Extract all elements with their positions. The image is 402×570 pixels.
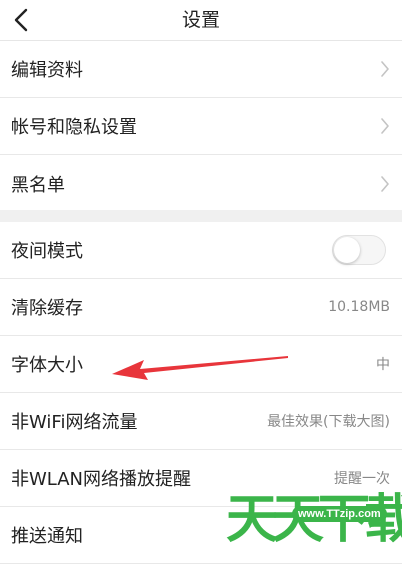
row-night-mode: 夜间模式 (0, 222, 402, 279)
row-label: 非WiFi网络流量 (11, 412, 138, 433)
row-clear-cache[interactable]: 清除缓存 10.18MB (0, 279, 402, 336)
row-non-wifi-traffic[interactable]: 非WiFi网络流量 最佳效果(下载大图) (0, 393, 402, 450)
page-title: 设置 (181, 9, 220, 31)
chevron-right-icon (381, 61, 389, 77)
settings-group-general: 夜间模式 清除缓存 10.18MB 字体大小 中 非WiFi网络流量 最佳效果(… (0, 222, 402, 564)
nav-bar: 设置 (0, 0, 402, 41)
chevron-right-icon (381, 118, 389, 134)
row-account-privacy[interactable]: 帐号和隐私设置 (0, 98, 402, 155)
chevron-right-icon (381, 175, 389, 192)
night-mode-toggle[interactable] (332, 235, 386, 265)
row-label: 黑名单 (11, 174, 65, 196)
row-label: 夜间模式 (11, 241, 83, 262)
row-label: 字体大小 (11, 355, 83, 376)
row-font-size[interactable]: 字体大小 中 (0, 336, 402, 393)
row-edit-profile[interactable]: 编辑资料 (0, 41, 402, 98)
row-push-notification: 推送通知 (0, 507, 402, 564)
toggle-knob (334, 237, 360, 263)
section-separator (0, 210, 402, 222)
row-label: 清除缓存 (11, 298, 83, 319)
row-label: 非WLAN网络播放提醒 (11, 469, 192, 490)
non-wlan-reminder-value: 提醒一次 (334, 471, 390, 487)
settings-screen: 设置 编辑资料 帐号和隐私设置 黑名单 夜间模式 清除缓存 10.18MB 字体… (0, 0, 402, 570)
row-blacklist[interactable]: 黑名单 (0, 155, 402, 212)
font-size-value: 中 (376, 357, 390, 373)
row-label: 编辑资料 (11, 60, 83, 81)
row-non-wlan-reminder[interactable]: 非WLAN网络播放提醒 提醒一次 (0, 450, 402, 507)
settings-group-account: 编辑资料 帐号和隐私设置 黑名单 (0, 41, 402, 212)
row-label: 推送通知 (11, 526, 83, 547)
cache-size-value: 10.18MB (328, 299, 390, 315)
row-label: 帐号和隐私设置 (11, 117, 137, 138)
non-wifi-traffic-value: 最佳效果(下载大图) (267, 414, 390, 430)
